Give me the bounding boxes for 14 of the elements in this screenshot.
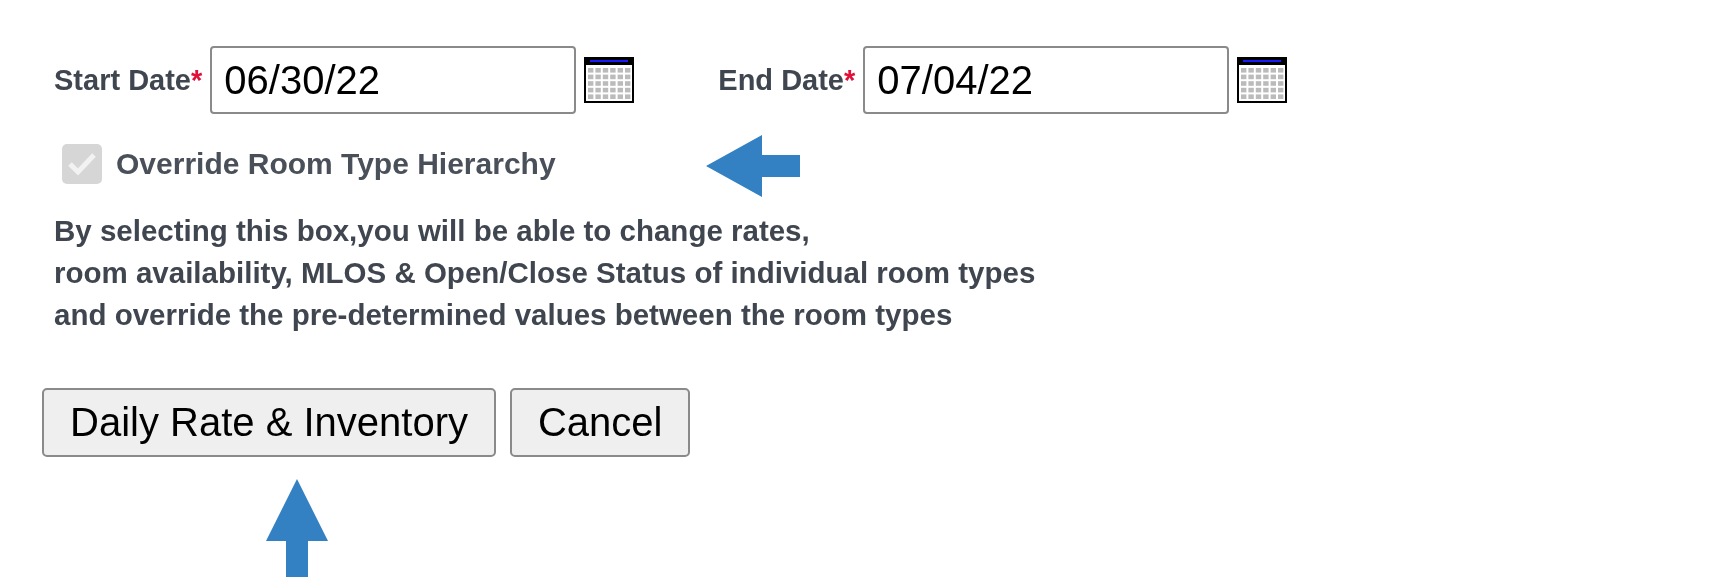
daily-rate-button[interactable]: Daily Rate & Inventory (42, 388, 496, 457)
date-input[interactable]: 07/04/22 (863, 46, 1230, 114)
date-label: End Date* (718, 63, 856, 97)
description-text: and override the pre-determined values between the room types (54, 297, 954, 333)
description-text: By selecting this box,you will be able to change rates, (54, 213, 811, 249)
arrow-icon (706, 135, 800, 197)
date-label: Start Date* (54, 63, 203, 97)
calendar-icon[interactable] (1237, 57, 1288, 103)
check-icon (67, 151, 97, 177)
calendar-icon[interactable] (584, 57, 635, 103)
description-text: room availability, MLOS & Open/Close Status of individual room types (54, 255, 1037, 291)
arrow-icon (266, 479, 328, 577)
date-input[interactable]: 06/30/22 (210, 46, 577, 114)
cancel-button[interactable]: Cancel (509, 388, 691, 457)
